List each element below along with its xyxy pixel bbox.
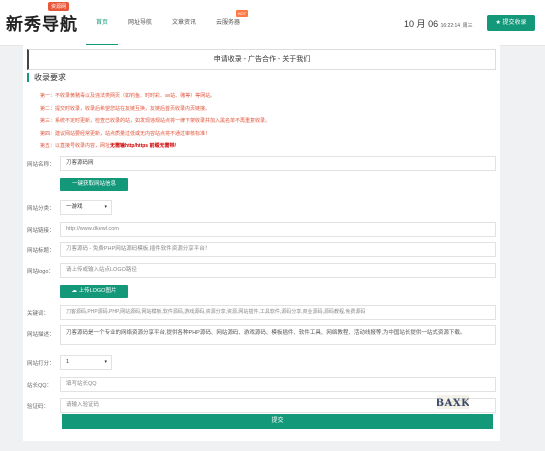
- rule-item: 第四：建议网站要经常更新，站点质量过低或无内容站点将不通过审核标准！: [40, 130, 211, 137]
- logo-badge: 资源网: [48, 2, 70, 11]
- page-title: 申请收录 - 广告合作 - 关于我们: [27, 49, 496, 70]
- rule-emphasis: 无需输http/https 前缀无需带/: [110, 143, 176, 149]
- top-header: 新秀导航 资源网 首页 网址导航 文章资讯 云服务器 HOT 10 月 06 16…: [0, 0, 545, 46]
- date-month: 10: [404, 19, 415, 29]
- nav-item-sites[interactable]: 网址导航: [118, 0, 162, 46]
- captcha-input[interactable]: 请输入验证码: [60, 398, 496, 413]
- category-value: 一游戏: [66, 204, 83, 210]
- submit-site-label: 提交收录: [502, 20, 527, 26]
- keywords-input[interactable]: 刀客源码,PHP源码,PHP,网站源码,网站模板,软件源码,游戏源码,资源分享,…: [60, 305, 496, 320]
- logo-text: 新秀导航: [6, 15, 78, 35]
- category-select[interactable]: 一游戏 ▾: [60, 200, 112, 215]
- rules-list: 第一：不收录黄赌毒以及违法类网页（如钓鱼、时时彩、av站、赌等）等网站。 第二：…: [40, 90, 480, 153]
- rating-value: 1: [66, 359, 70, 365]
- rule-item: 第五：以直接号收录内容，网址无需输http/https 前缀无需带/: [40, 140, 480, 153]
- apply-panel: 申请收录 - 广告合作 - 关于我们 收录要求 第一：不收录黄赌毒以及违法类网页…: [23, 45, 500, 441]
- date-weekday: 周三: [462, 23, 473, 29]
- site-name-input[interactable]: 刀客源码网: [60, 156, 496, 171]
- main-nav: 首页 网址导航 文章资讯 云服务器 HOT: [86, 0, 250, 46]
- link-input[interactable]: http://www.dkewl.com: [60, 222, 496, 237]
- logo-label: 网站logo：: [27, 269, 54, 275]
- title-label: 网站标题：: [27, 248, 55, 254]
- link-label: 网站链接：: [27, 228, 55, 234]
- rating-select[interactable]: 1 ▾: [60, 355, 112, 370]
- date-day: 06: [428, 19, 439, 29]
- rule-item: 第二：提交时收录，收录后希望您站在友链互换，友链后首页收录内页链接。: [40, 105, 211, 112]
- rule-item: 第一：不收录黄赌毒以及违法类网页（如钓鱼、时时彩、av站、赌等）等网站。: [40, 93, 216, 99]
- captcha-label: 验证码：: [27, 404, 50, 410]
- chevron-down-icon: ▾: [104, 204, 107, 210]
- title-input[interactable]: 刀客源码 - 免费PHP网站源码模板,插件软件资源分享平台！: [60, 242, 496, 257]
- nav-item-label: 首页: [96, 20, 109, 26]
- site-name-label: 网站名称：: [27, 162, 55, 168]
- section-title: 收录要求: [27, 73, 66, 82]
- nav-item-label: 网址导航: [128, 20, 153, 26]
- date-time: 16:22:14: [440, 23, 461, 29]
- keywords-label: 关键词：: [27, 311, 50, 317]
- nav-item-articles[interactable]: 文章资讯: [162, 0, 206, 46]
- site-desc-textarea[interactable]: 刀客源码是一个专业的网络资源分享平台,提供各种PHP源码、网站源码、游戏源码、模…: [60, 325, 496, 345]
- hot-badge: HOT: [235, 10, 249, 17]
- captcha-image[interactable]: BAXK: [437, 395, 469, 409]
- date-display: 10 月 06 16:22:14 周三: [404, 17, 473, 30]
- upload-logo-button[interactable]: ☁ 上传LOGO图片: [60, 285, 128, 298]
- qq-label: 站长QQ：: [27, 383, 53, 389]
- qq-input[interactable]: 填写站长QQ: [60, 377, 496, 392]
- rule-item: 第三：系统不定时更新，检查已收录的站，如发现违规站点将一律下架收录并加入黑名单不…: [40, 118, 271, 124]
- logo-input[interactable]: 请上传或输入站点LOGO路径: [60, 263, 496, 278]
- nav-item-label: 云服务器: [216, 20, 241, 26]
- date-month-unit: 月: [416, 19, 426, 29]
- nav-item-label: 文章资讯: [172, 20, 197, 26]
- chevron-down-icon: ▾: [104, 359, 107, 365]
- nav-item-home[interactable]: 首页: [86, 0, 119, 46]
- fetch-info-button[interactable]: 一键获取网站信息: [60, 178, 128, 191]
- submit-site-button[interactable]: ★ 提交收录: [487, 15, 535, 31]
- rating-label: 网站打分：: [27, 361, 55, 367]
- rule-text: 第五：以直接号收录内容，网址: [40, 143, 111, 149]
- cloud-upload-icon: ☁: [71, 288, 78, 294]
- captcha-code: BAXK: [437, 398, 469, 409]
- submit-button[interactable]: 提交: [62, 414, 493, 429]
- site-logo[interactable]: 新秀导航: [6, 10, 78, 35]
- site-desc-label: 网站描述：: [27, 332, 55, 338]
- star-icon: ★: [495, 20, 501, 26]
- nav-item-cloud[interactable]: 云服务器 HOT: [206, 0, 250, 46]
- category-label: 网站分类：: [27, 206, 55, 212]
- upload-logo-label: 上传LOGO图片: [78, 288, 117, 294]
